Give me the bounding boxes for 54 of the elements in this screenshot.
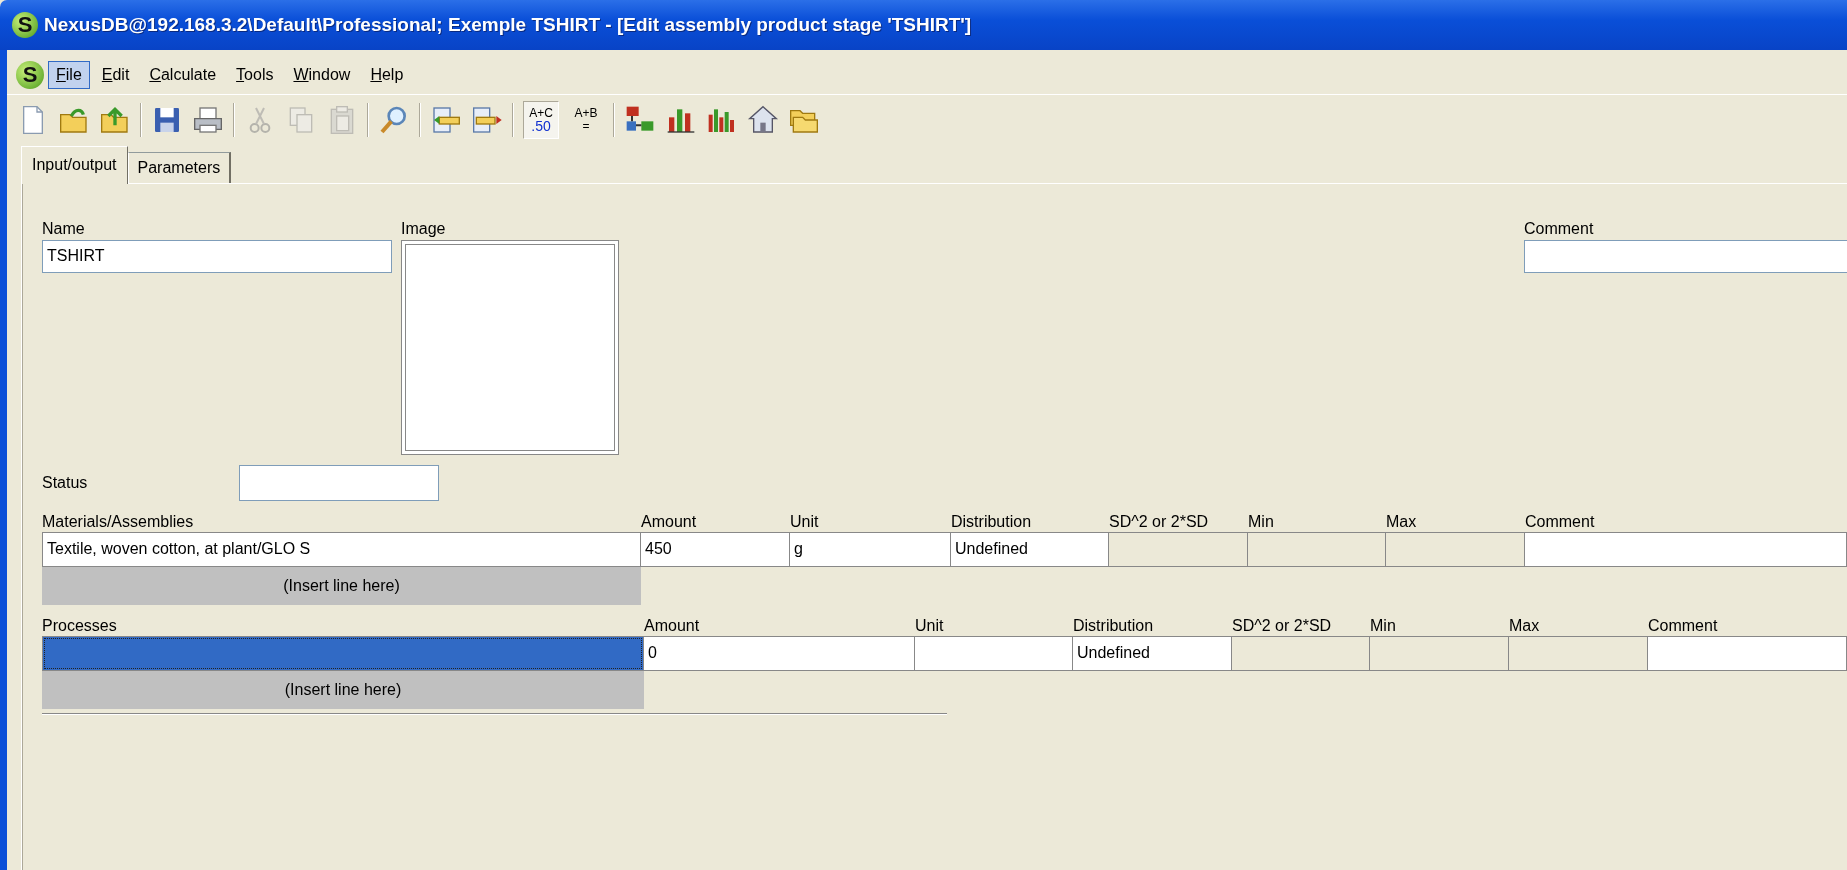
column-header: Distribution xyxy=(951,513,1033,532)
menu-item[interactable]: Edit xyxy=(93,61,138,89)
formula-button[interactable]: A+B = xyxy=(568,101,604,139)
column-header: Comment xyxy=(1648,617,1719,636)
table-cell[interactable]: g xyxy=(790,532,951,567)
table-cell[interactable]: Textile, woven cotton, at plant/GLO S xyxy=(42,532,641,567)
table-cell[interactable] xyxy=(42,636,644,671)
column-header: Materials/Assemblies xyxy=(42,513,195,532)
menu-item[interactable]: Calculate xyxy=(141,61,225,89)
list-left-icon[interactable] xyxy=(430,104,462,136)
column-header: Min xyxy=(1248,513,1275,532)
export-icon[interactable] xyxy=(99,104,131,136)
column-header: Processes xyxy=(42,617,118,636)
status-field[interactable] xyxy=(239,464,439,501)
house-icon[interactable] xyxy=(747,104,779,136)
app-menu-logo[interactable]: S xyxy=(16,61,44,89)
column-header: SD^2 or 2*SD xyxy=(1232,617,1333,636)
column-header: Amount xyxy=(641,513,698,532)
column-header: Unit xyxy=(790,513,820,532)
column-header: Min xyxy=(1370,617,1397,636)
column-header: Distribution xyxy=(1073,617,1155,636)
menu-item[interactable]: Help xyxy=(362,61,412,89)
image-box[interactable] xyxy=(401,240,619,455)
table-cell[interactable]: 0 xyxy=(644,636,915,671)
column-header: SD^2 or 2*SD xyxy=(1109,513,1210,532)
column-header: Max xyxy=(1509,617,1541,636)
menu-item[interactable]: Tools xyxy=(228,61,282,89)
menu-item[interactable]: File xyxy=(48,61,90,89)
column-header: Unit xyxy=(915,617,945,636)
field-label: Image xyxy=(401,220,447,238)
column-header: Max xyxy=(1386,513,1418,532)
comment-field[interactable] xyxy=(1524,240,1847,273)
field-label: Comment xyxy=(1524,220,1595,238)
name-field[interactable]: TSHIRT xyxy=(42,240,392,273)
field-label: Status xyxy=(42,473,89,492)
formula-button[interactable]: A+C .50 xyxy=(523,101,559,139)
print-icon[interactable] xyxy=(192,104,224,136)
table-cell[interactable]: Undefined xyxy=(1073,636,1232,671)
insert-line-button[interactable]: (Insert line here) xyxy=(42,567,641,605)
field-label: Name xyxy=(42,220,86,238)
table-cell[interactable]: 450 xyxy=(641,532,790,567)
menu-item[interactable]: Window xyxy=(285,61,359,89)
table-cell[interactable]: Undefined xyxy=(951,532,1109,567)
list-right-icon[interactable] xyxy=(471,104,503,136)
tab[interactable]: Parameters xyxy=(127,152,232,183)
table-cell[interactable] xyxy=(1648,636,1847,671)
column-header: Amount xyxy=(644,617,701,636)
tab[interactable]: Input/output xyxy=(21,146,128,184)
window-title: NexusDB@192.168.3.2\Default\Professional; Exemple TSHIRT - [Edit assembly product stage 'TSHIRT'] xyxy=(44,14,972,36)
column-header: Comment xyxy=(1525,513,1596,532)
app-logo: S xyxy=(12,12,38,38)
insert-line-button[interactable]: (Insert line here) xyxy=(42,671,644,709)
table-cell[interactable] xyxy=(915,636,1073,671)
table-cell[interactable] xyxy=(1525,532,1847,567)
